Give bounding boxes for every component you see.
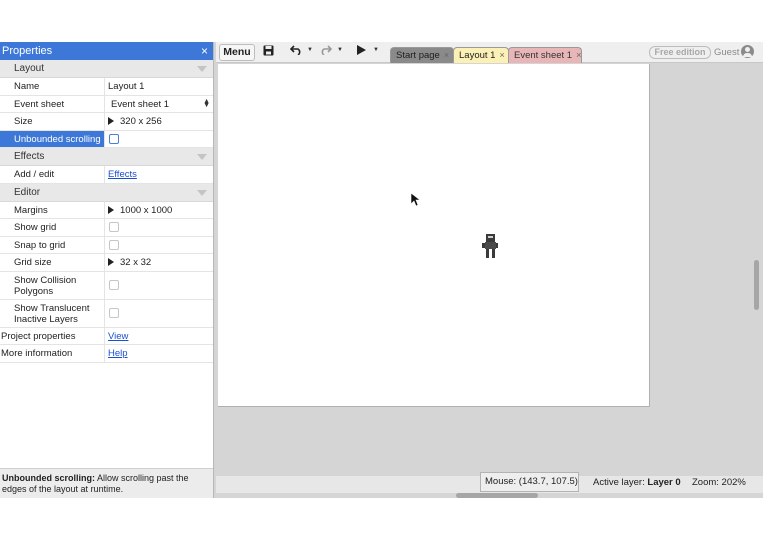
mouse-position-readout: Mouse: (143.7, 107.5) <box>480 472 579 492</box>
prop-label: More information <box>0 345 105 362</box>
active-layer-readout[interactable]: Active layer: Layer 0 <box>593 476 681 490</box>
unbounded-scrolling-checkbox[interactable] <box>109 133 119 144</box>
redo-dropdown-icon[interactable]: ▼ <box>337 47 343 53</box>
collapse-icon[interactable] <box>197 189 207 196</box>
prop-row-show-grid[interactable]: Show grid <box>0 219 213 237</box>
tab-label: Event sheet 1 <box>514 50 573 61</box>
prop-row-size[interactable]: Size 320 x 256 <box>0 113 213 131</box>
active-layer-label: Active layer: <box>593 477 645 488</box>
prop-label: Show Collision Polygons <box>0 271 105 299</box>
prop-row-name[interactable]: Name Layout 1 <box>0 78 213 96</box>
zoom-readout[interactable]: Zoom: 202% <box>692 476 746 490</box>
prop-row-event-sheet[interactable]: Event sheet Event sheet 1 ▲ ▼ <box>0 95 213 113</box>
vertical-scrollbar[interactable] <box>751 64 763 476</box>
section-editor[interactable]: Editor <box>0 183 213 202</box>
collapse-icon[interactable] <box>197 66 207 72</box>
prop-label: Grid size <box>0 254 105 271</box>
select-arrows-icon: ▲ ▼ <box>203 97 210 109</box>
close-icon[interactable]: × <box>201 42 208 60</box>
tab-label: Start page <box>396 50 440 61</box>
grid-size-value: 32 x 32 <box>120 257 152 268</box>
tab-event-sheet-1[interactable]: Event sheet 1 × <box>508 47 582 63</box>
prop-label: Snap to grid <box>0 236 105 253</box>
undo-icon[interactable] <box>289 45 303 59</box>
free-edition-badge[interactable]: Free edition <box>649 46 711 59</box>
prop-label: Show grid <box>0 219 105 236</box>
show-translucent-checkbox[interactable] <box>109 307 119 318</box>
margins-field[interactable]: 1000 x 1000 <box>105 202 213 219</box>
section-effects[interactable]: Effects <box>0 148 213 166</box>
prop-label: Name <box>0 78 105 95</box>
play-dropdown-icon[interactable]: ▼ <box>373 47 379 53</box>
vertical-scroll-thumb[interactable] <box>754 260 759 310</box>
tab-start-page[interactable]: Start page × <box>390 47 454 63</box>
prop-label: Show Translucent Inactive Layers <box>0 299 105 327</box>
snap-to-grid-checkbox[interactable] <box>109 239 119 250</box>
prop-row-more-information[interactable]: More information Help <box>0 345 213 363</box>
prop-row-grid-size[interactable]: Grid size 32 x 32 <box>0 254 213 272</box>
prop-label: Add / edit <box>0 166 105 183</box>
user-name[interactable]: Guest <box>714 47 739 58</box>
help-link[interactable]: Help <box>108 348 128 359</box>
construct-editor: Properties × Layout Name Layout 1 Event … <box>0 42 763 498</box>
collapse-icon[interactable] <box>197 154 207 160</box>
tab-layout-1[interactable]: Layout 1 × <box>453 47 509 63</box>
prop-label: Event sheet <box>0 95 105 112</box>
properties-header: Properties × <box>0 42 213 60</box>
expand-icon[interactable] <box>108 117 114 125</box>
size-value: 320 x 256 <box>120 116 162 127</box>
horizontal-scroll-thumb[interactable] <box>456 493 538 498</box>
help-title: Unbounded scrolling: <box>2 473 95 483</box>
player-sprite[interactable] <box>482 234 498 258</box>
event-sheet-value: Event sheet 1 <box>111 98 170 110</box>
margins-value: 1000 x 1000 <box>120 204 173 216</box>
show-grid-checkbox[interactable] <box>109 222 119 232</box>
active-layer-value: Layer 0 <box>647 477 681 488</box>
section-layout-label: Layout <box>14 63 45 74</box>
effects-link[interactable]: Effects <box>108 169 137 180</box>
view-link[interactable]: View <box>108 331 128 342</box>
layout-canvas[interactable] <box>218 64 650 407</box>
mouse-cursor-icon <box>411 193 421 207</box>
property-help-bar: Unbounded scrolling: Allow scrolling pas… <box>0 468 213 498</box>
prop-label: Project properties <box>0 327 105 344</box>
tab-close-icon[interactable]: × <box>576 50 581 60</box>
layout-name-field[interactable]: Layout 1 <box>105 78 213 95</box>
prop-row-show-collision-polygons[interactable]: Show Collision Polygons <box>0 271 213 300</box>
tab-label: Layout 1 <box>459 50 496 61</box>
tab-close-icon[interactable]: × <box>499 50 504 60</box>
event-sheet-select[interactable]: Event sheet 1 ▲ ▼ <box>105 96 213 113</box>
prop-label: Unbounded scrolling <box>0 130 105 147</box>
undo-dropdown-icon[interactable]: ▼ <box>307 47 313 53</box>
prop-row-project-properties[interactable]: Project properties View <box>0 327 213 345</box>
prop-row-show-translucent-layers[interactable]: Show Translucent Inactive Layers <box>0 299 213 328</box>
play-icon[interactable] <box>357 45 366 59</box>
horizontal-scrollbar[interactable] <box>216 493 763 498</box>
prop-row-add-edit[interactable]: Add / edit Effects <box>0 166 213 184</box>
section-effects-label: Effects <box>14 151 45 162</box>
properties-panel: Properties × Layout Name Layout 1 Event … <box>0 42 214 498</box>
prop-label: Margins <box>0 201 105 218</box>
expand-icon[interactable] <box>108 258 114 266</box>
prop-row-unbounded-scrolling[interactable]: Unbounded scrolling <box>0 130 213 148</box>
section-editor-label: Editor <box>14 186 41 198</box>
redo-icon[interactable] <box>319 45 333 59</box>
prop-row-margins[interactable]: Margins 1000 x 1000 <box>0 201 213 219</box>
layout-viewport[interactable] <box>216 64 751 476</box>
show-collision-checkbox[interactable] <box>109 279 119 290</box>
prop-row-snap-to-grid[interactable]: Snap to grid <box>0 236 213 254</box>
tab-close-icon[interactable]: × <box>444 50 449 60</box>
status-bar: Mouse: (143.7, 107.5) Active layer: Laye… <box>216 472 763 493</box>
expand-icon[interactable] <box>108 205 114 214</box>
grid-size-field[interactable]: 32 x 32 <box>105 254 213 271</box>
size-field[interactable]: 320 x 256 <box>105 113 213 130</box>
user-icon[interactable] <box>741 45 754 58</box>
save-icon[interactable] <box>263 45 274 60</box>
menu-button[interactable]: Menu <box>219 44 255 61</box>
prop-label: Size <box>0 113 105 130</box>
section-layout[interactable]: Layout <box>0 60 213 78</box>
main-toolbar: Menu ▼ ▼ ▼ Start page × Layout 1 × Event s… <box>216 42 763 63</box>
properties-title: Properties <box>2 45 53 57</box>
